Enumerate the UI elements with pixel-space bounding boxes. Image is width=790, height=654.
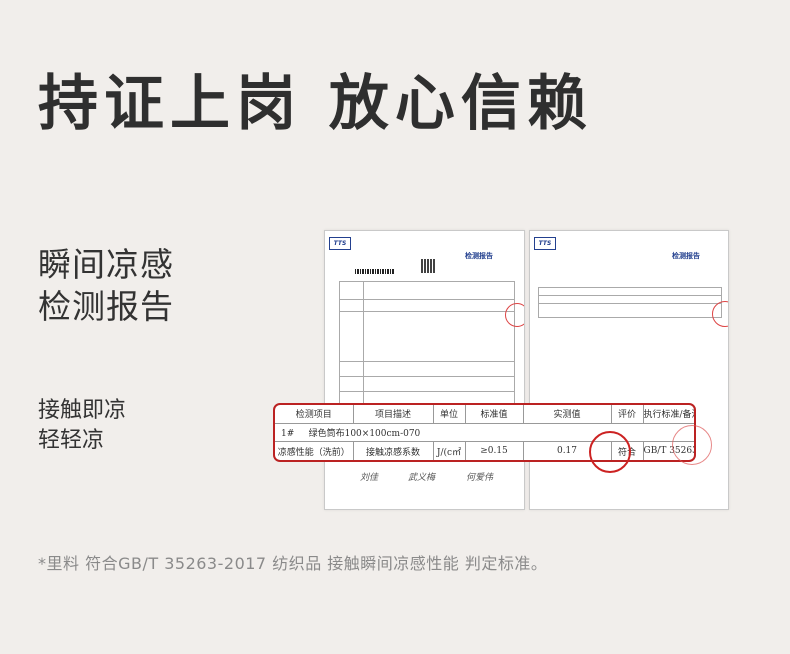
report-title-2: 检测报告 — [672, 252, 700, 260]
cell-standard: ≥0.15 — [464, 441, 524, 460]
signature-3: 何爱伟 — [466, 473, 494, 483]
subtitle-line-1: 瞬间凉感 — [38, 245, 174, 284]
report-page-2: TTS 检测报告 — [529, 230, 729, 510]
signature-1: 刘佳 — [360, 473, 379, 483]
tts-logo-2: TTS — [534, 237, 556, 250]
zoomed-report-table: 检测项目 项目描述 单位 标准值 实测值 评价 执行标准/备注 1# 绿色筒布1… — [273, 403, 696, 462]
report-page-1: TTS 检测报告 — [324, 230, 525, 510]
stamp-icon — [505, 303, 524, 327]
tagline-line-2: 轻轻凉 — [38, 428, 105, 453]
table-row: 凉感性能（洗前） 接触凉感系数 J/(c㎡ ≥0.15 0.17 符合 GB/T… — [275, 441, 694, 460]
seal-stamp-icon — [672, 425, 712, 465]
stamp-icon-2 — [712, 301, 728, 327]
table-header-row: 检测项目 项目描述 单位 标准值 实测值 评价 执行标准/备注 — [275, 405, 694, 424]
cell-desc: 接触凉感系数 — [352, 441, 434, 460]
report-title-1: 检测报告 — [465, 252, 493, 260]
subtitle-line-2: 检测报告 — [38, 287, 174, 326]
tagline-line-1: 接触即凉 — [38, 398, 127, 423]
signature-2: 武义梅 — [408, 473, 436, 483]
col-header: 评价 — [610, 405, 644, 424]
cell-item: 凉感性能（洗前） — [275, 441, 354, 460]
sample-desc: 绿色筒布100×100cm-070 — [308, 428, 421, 439]
tagline: 接触即凉 轻轻凉 — [38, 396, 126, 456]
sample-cell: 1# 绿色筒布100×100cm-070 — [275, 422, 694, 443]
col-header: 标准值 — [464, 405, 524, 424]
qr-code-icon — [421, 259, 435, 273]
footnote: *里料 符合GB/T 35263-2017 纺织品 接触瞬间凉感性能 判定标准。 — [38, 554, 548, 573]
sample-no: 1# — [281, 428, 295, 439]
cell-unit: J/(c㎡ — [432, 441, 466, 460]
tts-logo: TTS — [329, 237, 351, 250]
subtitle: 瞬间凉感 检测报告 — [38, 244, 174, 328]
col-header: 执行标准/备注 — [642, 405, 694, 424]
headline: 持证上岗 放心信赖 — [38, 69, 593, 139]
col-header: 检测项目 — [275, 405, 354, 424]
barcode-icon — [355, 269, 395, 274]
highlight-circle — [589, 431, 631, 473]
col-header: 项目描述 — [352, 405, 434, 424]
col-header: 单位 — [432, 405, 466, 424]
table-row: 1# 绿色筒布100×100cm-070 — [275, 422, 694, 443]
col-header: 实测值 — [522, 405, 612, 424]
